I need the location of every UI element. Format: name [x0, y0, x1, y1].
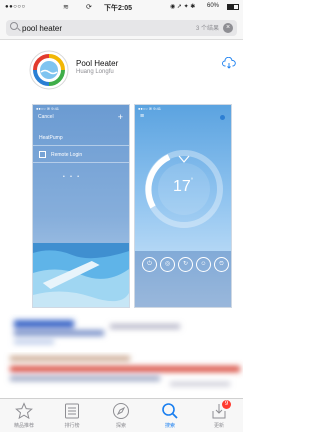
tab-explore[interactable]: 探索 [97, 401, 145, 431]
compass-icon [113, 403, 129, 419]
app-name[interactable]: Pool Heater [76, 59, 118, 68]
mini-row-remote-login-label: Remote Login [51, 152, 83, 158]
timer-icon: ⏲ [214, 257, 229, 272]
mini-row-remote-login: Remote Login [33, 147, 129, 163]
status-bar: ●●○○○ ≋ ⟳ 下午2:05 ◉ ➚ ✦ ✱ 60% [0, 0, 243, 16]
search-field[interactable]: 3 个结果 × [6, 20, 237, 36]
search-icon [162, 403, 178, 419]
menu-icon: ≡ [140, 113, 145, 120]
cloud-download-icon[interactable] [222, 57, 236, 69]
plus-icon: + [117, 112, 123, 122]
tab-explore-label: 探索 [115, 423, 126, 429]
tab-updates-label: 更新 [213, 423, 224, 429]
power-icon: ⏻ [142, 257, 157, 272]
temperature-readout: 17° [173, 178, 193, 196]
star-icon [15, 402, 33, 420]
clear-search-button[interactable]: × [223, 23, 233, 33]
degree-symbol: ° [190, 178, 194, 184]
status-icons: ◉ ➚ ✦ ✱ [170, 4, 196, 10]
signal-strength: ●●○○○ [5, 4, 26, 10]
mini-nav-back: Cancel [38, 114, 54, 120]
tab-search[interactable]: 搜索 [146, 401, 194, 431]
tab-charts-label: 排行榜 [64, 423, 80, 429]
tab-charts[interactable]: 排行榜 [48, 401, 96, 431]
login-icon [39, 151, 46, 158]
search-bar: 3 个结果 × [0, 16, 243, 40]
result-count: 3 个结果 [195, 26, 219, 32]
tab-bar: 精品推荐 排行榜 探索 搜索 9 更新 [0, 398, 243, 432]
update-badge: 9 [222, 400, 231, 409]
smile-icon: ☺ [196, 257, 211, 272]
search-input[interactable] [22, 21, 172, 35]
sync-icon: ⟳ [86, 4, 92, 11]
wifi-icon: ≋ [63, 4, 69, 11]
app-screenshot-1[interactable]: ●●○○ ≋ 9:41 Cancel + HeatPump Remote Log… [32, 104, 130, 308]
tab-featured[interactable]: 精品推荐 [0, 401, 48, 431]
blurred-result-1 [14, 320, 180, 344]
cycle-icon: ↻ [178, 257, 193, 272]
app-developer: Huang Longfu [76, 69, 114, 75]
mini-status-bar: ●●○○ ≋ 9:41 [36, 106, 60, 111]
tab-search-label: 搜索 [164, 423, 175, 429]
mini-status-bar: ●●○○ ≋ 9:41 [138, 106, 162, 111]
pool-image [33, 243, 129, 307]
status-dot [220, 115, 225, 120]
mini-row-heatpump: HeatPump [33, 130, 129, 146]
tab-featured-label: 精品推荐 [13, 423, 34, 429]
tab-updates[interactable]: 9 更新 [195, 400, 243, 431]
status-time: 下午2:05 [104, 5, 133, 12]
battery-percent: 60% [207, 3, 220, 9]
blurred-result-2 [10, 356, 240, 386]
battery-icon [227, 4, 239, 10]
app-screenshot-2[interactable]: ●●○○ ≋ 9:41 ≡ 17° ⏻ ◎ ↻ ☺ ⏲ [134, 104, 232, 308]
control-strip: ⏻ ◎ ↻ ☺ ⏲ [135, 251, 231, 307]
list-icon [65, 403, 79, 419]
mini-loading-dots: • • • [63, 174, 82, 180]
search-icon [10, 22, 18, 30]
app-icon[interactable] [29, 50, 69, 90]
temperature-value: 17 [173, 178, 191, 195]
mode-icon: ◎ [160, 257, 175, 272]
